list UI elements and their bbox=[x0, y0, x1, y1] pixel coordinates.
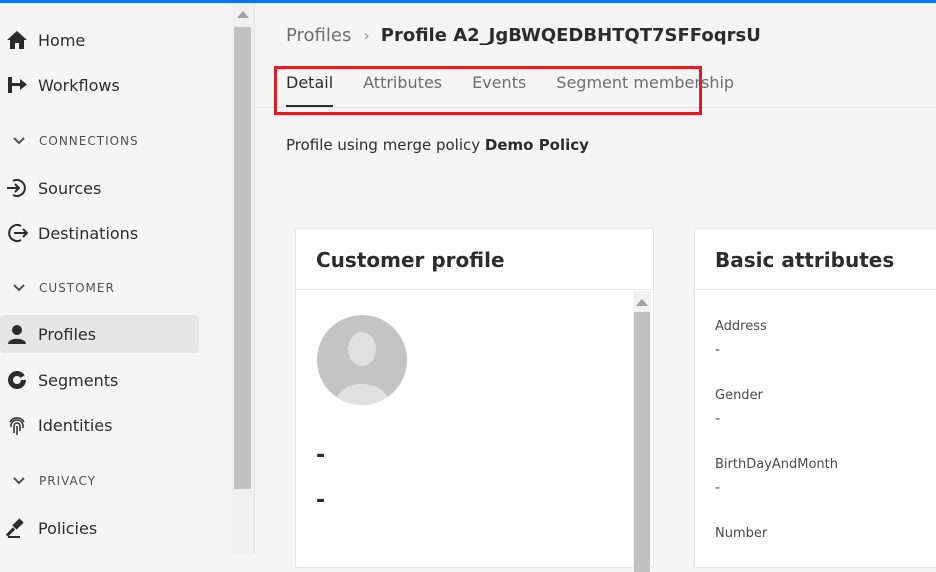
section-label: PRIVACY bbox=[39, 474, 97, 488]
nav-item-sources[interactable]: Sources bbox=[0, 169, 199, 207]
merge-policy-name: Demo Policy bbox=[484, 136, 589, 154]
nav-item-profiles[interactable]: Profiles bbox=[0, 315, 199, 353]
nav-label: Home bbox=[38, 30, 86, 50]
attr-label-birthday: BirthDayAndMonth bbox=[715, 457, 839, 472]
nav-item-segments[interactable]: Segments bbox=[0, 361, 199, 399]
user-icon bbox=[5, 322, 29, 346]
card-title: Basic attributes bbox=[715, 248, 895, 272]
nav-item-policies[interactable]: Policies bbox=[0, 509, 199, 547]
profile-email-value: - bbox=[316, 488, 326, 513]
nav-label: Profiles bbox=[38, 324, 97, 344]
main-content: Profiles › Profile A2_JgBWQEDBHTQT7SFFoq… bbox=[255, 3, 936, 572]
attr-value-birthday: - bbox=[715, 480, 721, 496]
sidebar-scrollbar[interactable] bbox=[232, 3, 254, 554]
nav-label: Policies bbox=[38, 518, 98, 538]
basic-attributes-card: Basic attributes Address - Gender - Birt… bbox=[694, 228, 936, 568]
nav-item-identities[interactable]: Identities bbox=[0, 406, 199, 444]
attr-value-gender: - bbox=[715, 411, 721, 427]
card-title: Customer profile bbox=[316, 248, 505, 272]
card-scrollbar[interactable] bbox=[633, 291, 651, 572]
section-label: CUSTOMER bbox=[39, 281, 115, 295]
section-label: CONNECTIONS bbox=[39, 134, 139, 148]
page-title: Profile A2_JgBWQEDBHTQT7SFFoqrsU bbox=[380, 24, 761, 46]
nav-label: Destinations bbox=[38, 223, 139, 243]
chevron-down-icon bbox=[13, 477, 25, 485]
chevron-down-icon bbox=[13, 137, 25, 145]
nav-item-workflows[interactable]: Workflows bbox=[0, 66, 199, 104]
segments-icon bbox=[5, 368, 29, 392]
attr-label-address: Address bbox=[715, 319, 767, 334]
workflows-icon bbox=[5, 73, 29, 97]
nav-item-home[interactable]: Home bbox=[0, 21, 199, 59]
section-connections[interactable]: CONNECTIONS bbox=[0, 130, 220, 152]
person-placeholder-icon bbox=[335, 332, 389, 405]
fingerprint-icon bbox=[5, 413, 29, 437]
card-divider bbox=[695, 289, 936, 290]
attr-label-gender: Gender bbox=[715, 388, 763, 403]
breadcrumb: Profiles › Profile A2_JgBWQEDBHTQT7SFFoq… bbox=[286, 23, 761, 47]
sources-icon bbox=[5, 176, 29, 200]
breadcrumb-profiles-link[interactable]: Profiles bbox=[286, 25, 351, 46]
section-customer[interactable]: CUSTOMER bbox=[0, 277, 220, 299]
merge-policy-text: Profile using merge policy Demo Policy bbox=[286, 136, 589, 154]
profile-name-value: - bbox=[316, 443, 326, 468]
tabs-highlight-annotation bbox=[274, 66, 702, 115]
nav-item-destinations[interactable]: Destinations bbox=[0, 214, 199, 252]
nav-label: Workflows bbox=[38, 75, 120, 95]
destinations-icon bbox=[5, 221, 29, 245]
scroll-up-arrow-icon[interactable] bbox=[636, 299, 648, 306]
merge-policy-prefix: Profile using merge policy bbox=[286, 136, 481, 154]
attr-label-number: Number bbox=[715, 526, 768, 541]
scrollbar-thumb[interactable] bbox=[634, 312, 650, 572]
customer-profile-card: Customer profile - - bbox=[295, 228, 654, 572]
home-icon bbox=[5, 28, 29, 52]
attr-value-address: - bbox=[715, 342, 721, 358]
chevron-right-icon: › bbox=[363, 25, 370, 45]
section-privacy[interactable]: PRIVACY bbox=[0, 470, 220, 492]
nav-label: Identities bbox=[38, 415, 113, 435]
avatar bbox=[317, 315, 407, 405]
left-navigation: Home Workflows CONNECTIONS Sources Desti… bbox=[0, 3, 232, 554]
nav-label: Segments bbox=[38, 370, 119, 390]
scrollbar-thumb[interactable] bbox=[234, 27, 251, 489]
card-divider bbox=[296, 289, 653, 290]
gavel-icon bbox=[5, 516, 29, 540]
chevron-down-icon bbox=[13, 284, 25, 292]
nav-label: Sources bbox=[38, 178, 102, 198]
scroll-up-arrow-icon[interactable] bbox=[237, 11, 249, 18]
